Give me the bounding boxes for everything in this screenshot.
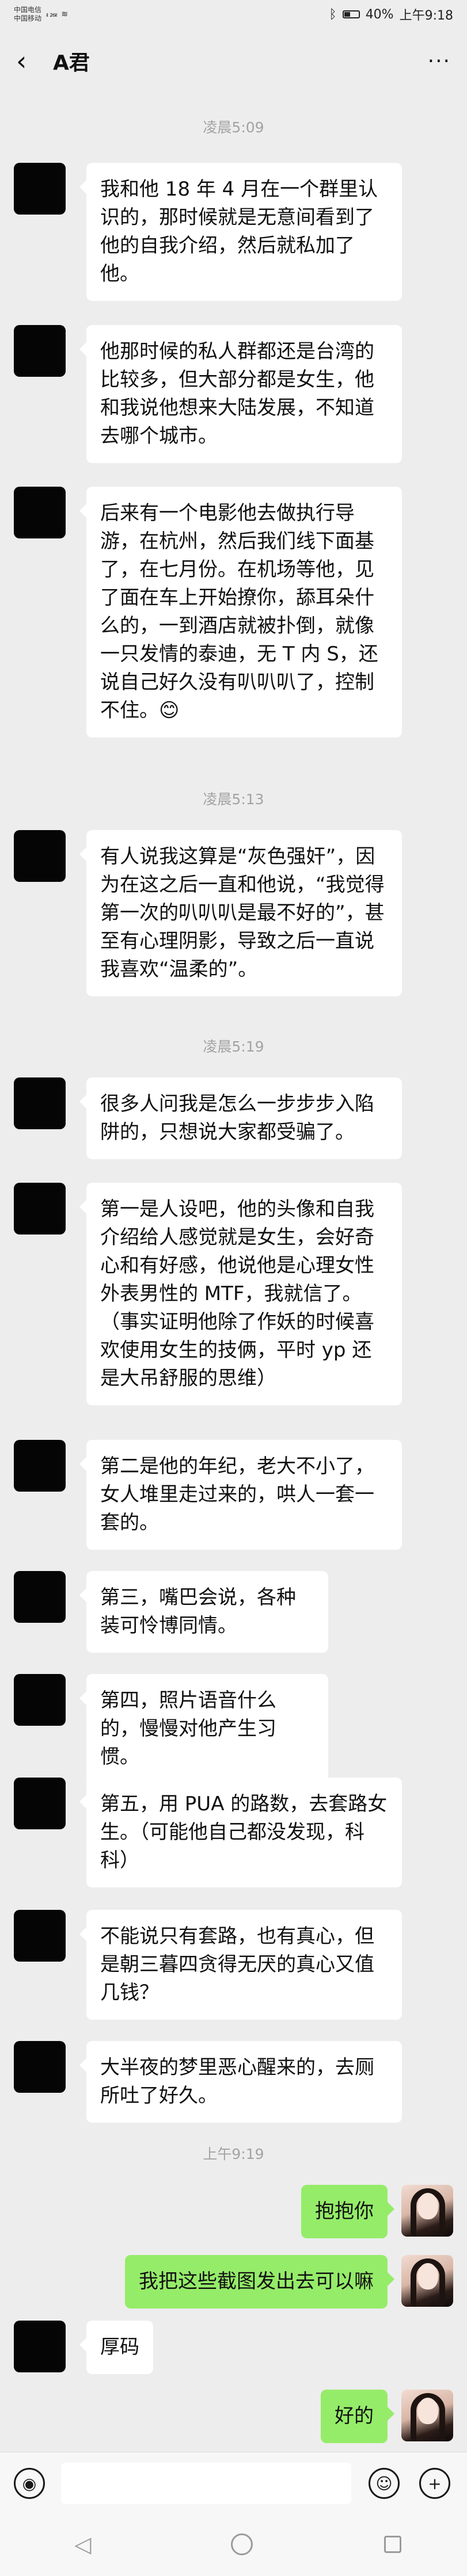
- contact-avatar[interactable]: [14, 2041, 66, 2093]
- nav-back-icon[interactable]: ◁: [66, 2532, 100, 2557]
- contact-avatar[interactable]: [14, 830, 66, 882]
- timestamp: 上午9:19: [203, 2146, 264, 2162]
- battery-icon: [342, 10, 360, 18]
- message-bubble[interactable]: 好的: [321, 2390, 394, 2443]
- message-bubble[interactable]: 很多人问我是怎么一步步步入陷阱的，只想说大家都受骗了。: [79, 1077, 402, 1159]
- message-bubble[interactable]: 我和他 18 年 4 月在一个群里认识的，那时候就是无意间看到了他的自我介绍，然…: [79, 163, 402, 301]
- contact-avatar[interactable]: [14, 325, 66, 377]
- system-nav-bar: ◁: [0, 2513, 467, 2576]
- timestamp: 凌晨5:19: [203, 1038, 264, 1055]
- message-bubble[interactable]: 第五，用 PUA 的路数，去套路女生。（可能他自己都没发现，科科）: [79, 1778, 402, 1887]
- back-arrow-icon[interactable]: ‹: [16, 45, 39, 77]
- contact-avatar[interactable]: [14, 163, 66, 215]
- message-bubble[interactable]: 第三，嘴巴会说，各种装可怜博同情。: [79, 1571, 328, 1653]
- bluetooth-icon: ᛒ: [329, 7, 337, 22]
- contact-avatar[interactable]: [14, 487, 66, 538]
- wifi-icon: ≋: [61, 10, 68, 19]
- carrier-1: 中国电信: [14, 6, 42, 14]
- contact-avatar[interactable]: [14, 1440, 66, 1492]
- chat-title: A君: [53, 51, 90, 75]
- voice-input-icon[interactable]: ◉: [14, 2468, 45, 2499]
- contact-avatar[interactable]: [14, 1183, 66, 1235]
- contact-avatar[interactable]: [14, 1910, 66, 1962]
- message-bubble[interactable]: 第二是他的年纪，老大不小了，女人堆里走过来的，哄人一套一套的。: [79, 1440, 402, 1550]
- status-right: ᛒ 40% 上午9:18: [329, 5, 453, 24]
- message-bubble[interactable]: 大半夜的梦里恶心醒来的，去厕所吐了好久。: [79, 2041, 402, 2123]
- user-avatar[interactable]: [401, 2390, 453, 2441]
- carrier-2: 中国移动: [14, 14, 42, 22]
- user-avatar[interactable]: [401, 2255, 453, 2307]
- status-bar: 中国电信 中国移动 ᵢₗ ₂₆ᵢₗ ≋ ᛒ 40% 上午9:18: [0, 0, 467, 29]
- battery-percent: 40%: [365, 7, 394, 22]
- plus-icon[interactable]: +: [419, 2468, 450, 2499]
- contact-avatar[interactable]: [14, 1571, 66, 1623]
- nav-home-icon[interactable]: [231, 2533, 253, 2555]
- more-options-icon[interactable]: ···: [428, 49, 451, 73]
- message-bubble[interactable]: 第四，照片语音什么的，慢慢对他产生习惯。: [79, 1674, 328, 1784]
- emoji-icon[interactable]: ☺: [369, 2468, 400, 2499]
- timestamp: 凌晨5:13: [203, 791, 264, 808]
- contact-avatar[interactable]: [14, 1077, 66, 1129]
- nav-recents-icon[interactable]: [384, 2536, 402, 2553]
- chat-header: ‹ A君 ···: [0, 33, 467, 89]
- contact-avatar[interactable]: [14, 1674, 66, 1726]
- message-bubble[interactable]: 我把这些截图发出去可以嘛: [125, 2255, 394, 2309]
- contact-avatar[interactable]: [14, 2321, 66, 2372]
- message-bubble[interactable]: 不能说只有套路，也有真心，但是朝三暮四贪得无厌的真心又值几钱？: [79, 1910, 402, 2020]
- message-bubble[interactable]: 后来有一个电影他去做执行导游，在杭州，然后我们线下面基了，在七月份。在机场等他，…: [79, 487, 402, 737]
- clock: 上午9:18: [399, 9, 453, 23]
- message-bubble[interactable]: 第一是人设吧，他的头像和自我介绍给人感觉就是女生，会好奇心和有好感，他说他是心理…: [79, 1183, 402, 1405]
- message-input[interactable]: [61, 2463, 351, 2504]
- timestamp: 凌晨5:09: [203, 119, 264, 136]
- carriers: 中国电信 中国移动: [14, 6, 41, 23]
- message-bubble[interactable]: 有人说我这算是“灰色强奸”，因为在这之后一直和他说，“我觉得第一次的叭叭叭是最不…: [79, 830, 402, 996]
- message-bubble[interactable]: 抱抱你: [301, 2185, 394, 2238]
- input-bar: ◉ ☺ +: [0, 2452, 467, 2513]
- status-left: 中国电信 中国移动 ᵢₗ ₂₆ᵢₗ ≋: [14, 6, 68, 23]
- user-avatar[interactable]: [401, 2185, 453, 2237]
- message-bubble[interactable]: 厚码: [79, 2321, 153, 2374]
- message-bubble[interactable]: 他那时候的私人群都还是台湾的比较多，但大部分都是女生，他和我说他想来大陆发展，不…: [79, 325, 402, 463]
- contact-avatar[interactable]: [14, 1778, 66, 1829]
- signal-icon: ᵢₗ ₂₆ᵢₗ: [46, 10, 57, 19]
